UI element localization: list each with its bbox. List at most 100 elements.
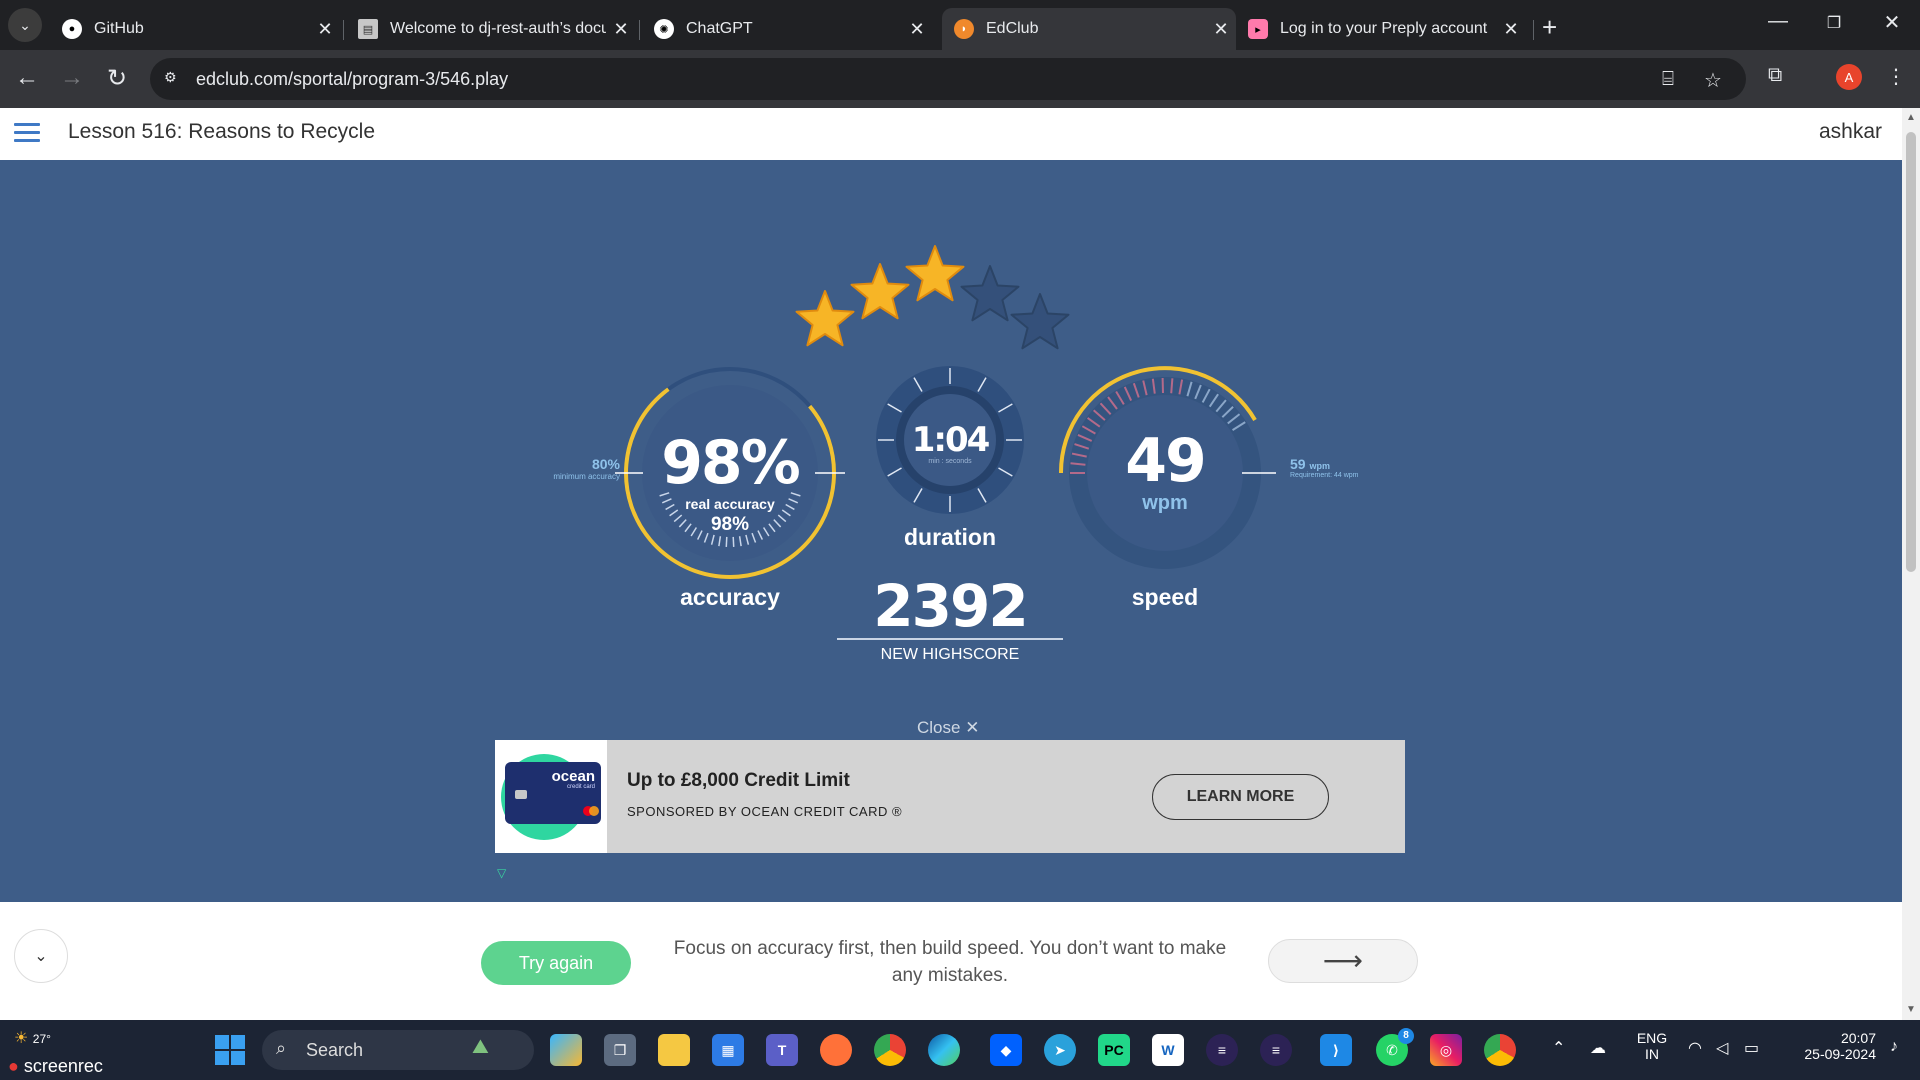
close-ad-button[interactable]: Close ✕ <box>917 718 979 738</box>
notification-bell-icon[interactable]: ♪ <box>1890 1038 1898 1056</box>
speed-requirement: 59 wpm Requirement: 44 wpm <box>1290 456 1380 479</box>
weather-icon: ☀ <box>14 1030 29 1047</box>
close-ad-label: Close <box>917 718 961 737</box>
screenrec-label: screenrec <box>23 1056 103 1076</box>
vscode-icon[interactable]: ⟩ <box>1320 1034 1352 1066</box>
card-subtitle: credit card <box>566 784 595 790</box>
speed-requirement-value: 59 wpm <box>1290 456 1380 472</box>
tray-overflow-icon[interactable]: ⌃ <box>1552 1038 1565 1058</box>
word-w-icon[interactable]: W <box>1152 1034 1184 1066</box>
menu-kebab-icon[interactable]: ⋮ <box>1886 64 1906 89</box>
translate-icon[interactable]: ⌸ <box>1662 68 1674 91</box>
real-accuracy-label: real accuracy <box>685 496 775 512</box>
tab-preply[interactable]: ▸ Log in to your Preply account ✕ <box>1236 8 1526 50</box>
close-icon[interactable]: ✕ <box>310 19 340 40</box>
tab-title: GitHub <box>94 20 144 37</box>
task-view-icon[interactable]: ❐ <box>604 1034 636 1066</box>
star-rating <box>795 245 1070 350</box>
tab-search-button[interactable]: ⌄ <box>8 8 42 42</box>
eclipse-2-icon[interactable]: ≡ <box>1260 1034 1292 1066</box>
forward-icon[interactable]: → <box>57 64 87 92</box>
tab-title: EdClub <box>986 20 1039 37</box>
close-icon[interactable]: ✕ <box>902 19 932 40</box>
wifi-icon[interactable]: ◠ <box>1688 1038 1702 1058</box>
expand-chevron-icon[interactable]: ⌄ <box>14 929 68 983</box>
taskbar-search[interactable]: ⌕ Search ⛰ <box>262 1030 534 1070</box>
reload-icon[interactable]: ↻ <box>102 64 132 93</box>
credit-card-image: ocean credit card <box>505 762 601 824</box>
min-accuracy-label: minimum accuracy <box>553 472 620 481</box>
duration-unit: min : seconds <box>928 458 972 465</box>
search-highlight-icon: ⛰ <box>472 1036 489 1058</box>
firefox-icon[interactable] <box>820 1034 852 1066</box>
speed-label: speed <box>1131 584 1199 610</box>
ad-banner[interactable]: ocean credit card Up to £8,000 Credit Li… <box>495 740 1405 853</box>
copilot-icon[interactable] <box>550 1034 582 1066</box>
extensions-icon[interactable]: ⧉ <box>1768 64 1782 87</box>
duration-label: duration <box>904 524 996 550</box>
ad-image: ocean credit card <box>495 740 607 853</box>
site-info-icon[interactable]: ⚙ <box>164 69 184 89</box>
page-scrollbar[interactable]: ▲ ▼ <box>1902 108 1920 1020</box>
edclub-page: Lesson 516: Reasons to Recycle ashkar 98… <box>0 108 1902 1020</box>
tab-divider <box>639 20 640 40</box>
accuracy-label: accuracy <box>680 584 780 610</box>
browser-toolbar: ← → ↻ ⚙ edclub.com/sportal/program-3/546… <box>0 50 1920 108</box>
new-tab-button[interactable]: + <box>1542 12 1557 43</box>
edclub-icon: ◗ <box>954 19 974 39</box>
window-close-icon[interactable]: ✕ <box>1872 10 1912 35</box>
chrome-active-icon[interactable] <box>1484 1034 1516 1066</box>
windows-logo <box>215 1035 245 1065</box>
dropbox-icon[interactable]: ◆ <box>990 1034 1022 1066</box>
github-icon: ● <box>62 19 82 39</box>
close-icon[interactable]: ✕ <box>606 19 636 40</box>
record-dot-icon: ● <box>8 1056 19 1076</box>
duration-value: 1:04 <box>911 420 991 460</box>
weather-widget[interactable]: ☀ 27° <box>14 1028 51 1048</box>
card-chip <box>515 790 527 799</box>
whatsapp-icon[interactable]: ✆ 8 <box>1376 1028 1414 1066</box>
username[interactable]: ashkar <box>1819 120 1882 144</box>
url-text[interactable]: edclub.com/sportal/program-3/546.play <box>196 69 508 90</box>
tab-dj-rest-auth[interactable]: ▤ Welcome to dj-rest-auth’s docu ✕ <box>346 8 636 50</box>
scroll-down-icon[interactable]: ▼ <box>1906 1004 1916 1015</box>
onedrive-icon[interactable]: ☁ <box>1590 1038 1606 1058</box>
next-arrow-button[interactable]: ⟶ <box>1268 939 1418 983</box>
tab-chatgpt[interactable]: ✺ ChatGPT ✕ <box>642 8 932 50</box>
tab-edclub[interactable]: ◗ EdClub ✕ <box>942 8 1236 50</box>
pycharm-icon[interactable]: PC <box>1098 1034 1130 1066</box>
eclipse-icon[interactable]: ≡ <box>1206 1034 1238 1066</box>
learn-more-button[interactable]: LEARN MORE <box>1152 774 1329 820</box>
edge-icon[interactable] <box>928 1034 960 1066</box>
close-icon[interactable]: ✕ <box>1496 19 1526 40</box>
speed-tick <box>1170 378 1174 394</box>
telegram-icon[interactable]: ➤ <box>1044 1034 1076 1066</box>
ad-choices-icon[interactable]: ▽ <box>497 866 506 880</box>
tab-divider <box>343 20 344 40</box>
battery-icon[interactable]: ▭ <box>1744 1038 1759 1058</box>
whatsapp-badge: 8 <box>1398 1028 1414 1044</box>
scrollbar-thumb[interactable] <box>1906 132 1916 572</box>
hamburger-menu-icon[interactable] <box>14 123 40 143</box>
accuracy-tick <box>732 536 735 547</box>
teams-icon[interactable]: T <box>766 1034 798 1066</box>
volume-icon[interactable]: ◁ <box>1716 1038 1728 1058</box>
instagram-icon[interactable]: ◎ <box>1430 1034 1462 1066</box>
close-icon[interactable]: ✕ <box>1206 19 1236 40</box>
ms-store-icon[interactable]: ▦ <box>712 1034 744 1066</box>
windows-start-icon[interactable] <box>214 1034 246 1066</box>
clock[interactable]: 20:07 25-09-2024 <box>1780 1030 1876 1062</box>
try-again-button[interactable]: Try again <box>481 941 631 985</box>
language-indicator[interactable]: ENG IN <box>1632 1030 1672 1062</box>
back-icon[interactable]: ← <box>12 64 42 92</box>
chrome-icon[interactable] <box>874 1034 906 1066</box>
tab-github[interactable]: ● GitHub ✕ <box>50 8 340 50</box>
file-explorer-icon[interactable] <box>658 1034 690 1066</box>
address-bar[interactable]: ⚙ edclub.com/sportal/program-3/546.play … <box>150 58 1746 100</box>
bookmark-star-icon[interactable]: ☆ <box>1704 68 1722 93</box>
minimize-icon[interactable]: — <box>1758 10 1798 33</box>
profile-avatar[interactable]: A <box>1836 64 1862 90</box>
restore-icon[interactable]: ❐ <box>1814 13 1854 33</box>
scroll-up-icon[interactable]: ▲ <box>1906 112 1916 123</box>
score-divider <box>837 638 1063 640</box>
